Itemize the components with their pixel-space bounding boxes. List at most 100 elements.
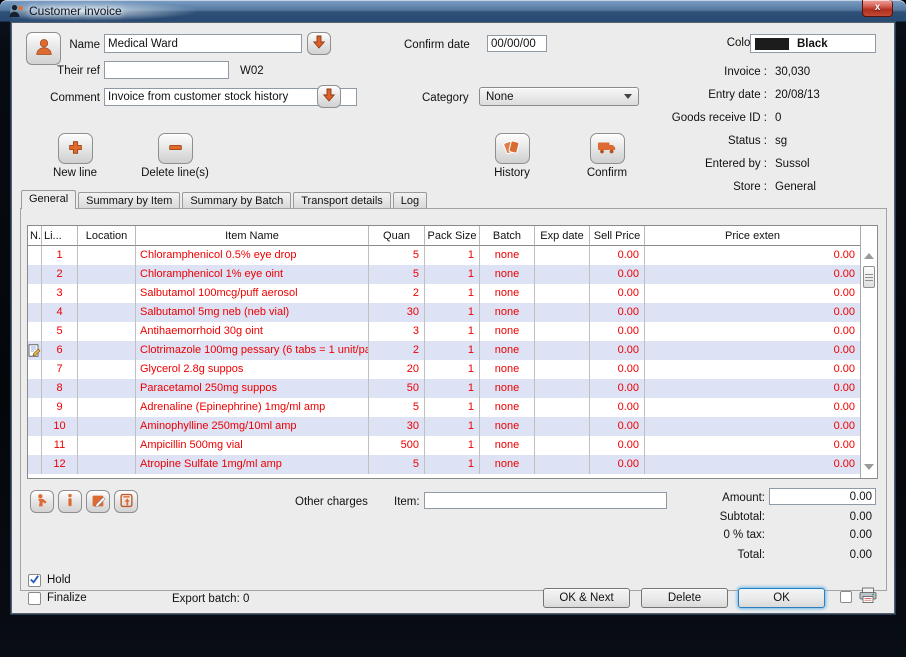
cell-pack-size: 1	[425, 265, 480, 284]
invoice-label: Invoice :	[512, 66, 767, 78]
tab-summary-by-batch[interactable]: Summary by Batch	[182, 192, 291, 209]
hold-checkbox[interactable]	[28, 574, 41, 587]
history-button[interactable]	[495, 133, 530, 164]
table-row[interactable]: 11Ampicillin 500mg vial5001none0.000.00	[28, 436, 860, 455]
close-button[interactable]: x	[862, 0, 893, 17]
new-line-tool: New line	[30, 133, 120, 179]
down-arrow-icon	[312, 35, 326, 52]
print-checkbox[interactable]	[840, 591, 852, 603]
colour-value: Black	[797, 38, 828, 50]
category-label: Category	[422, 92, 469, 104]
confirm-button[interactable]	[590, 133, 625, 164]
customer-invoice-icon	[8, 3, 24, 19]
confirm-tool: Confirm	[562, 133, 652, 179]
cell-note	[28, 455, 42, 474]
cell-price-exten: 0.00	[645, 284, 860, 303]
export-button[interactable]	[114, 490, 138, 513]
amount-input[interactable]	[769, 488, 876, 505]
table-row[interactable]: 6 Clotrimazole 100mg pessary (6 tabs = 1 …	[28, 341, 860, 360]
tab-log[interactable]: Log	[393, 192, 427, 209]
colour-picker[interactable]: Black	[750, 34, 876, 53]
stock-transfer-button[interactable]	[30, 490, 54, 513]
ok-next-button[interactable]: OK & Next	[543, 588, 630, 608]
col-quan[interactable]: Quan	[369, 226, 425, 246]
col-price-exten[interactable]: Price exten	[645, 226, 860, 246]
new-line-button[interactable]	[58, 133, 93, 164]
col-item-name[interactable]: Item Name	[136, 226, 369, 246]
other-charges-item-input[interactable]	[424, 492, 667, 509]
table-row[interactable]: 7Glycerol 2.8g suppos201none0.000.00	[28, 360, 860, 379]
printer-icon[interactable]	[859, 587, 877, 607]
store-row: Store : General	[512, 181, 858, 193]
delete-lines-label: Delete line(s)	[141, 167, 209, 179]
store-label: Store :	[512, 181, 767, 193]
delete-lines-button[interactable]	[158, 133, 193, 164]
invoice-lines-table: N... Li... Location Item Name Quan Pack …	[27, 225, 878, 479]
cell-pack-size: 1	[425, 417, 480, 436]
col-note[interactable]: N...	[28, 226, 42, 246]
table-row[interactable]: 8Paracetamol 250mg suppos501none0.000.00	[28, 379, 860, 398]
delete-button[interactable]: Delete	[641, 588, 728, 608]
tax-label: 0 % tax:	[675, 529, 765, 541]
truck-icon	[597, 140, 617, 158]
col-line[interactable]: Li...	[42, 226, 78, 246]
cell-batch: none	[480, 246, 535, 265]
table-row[interactable]: 2Chloramphenicol 1% eye oint51none0.000.…	[28, 265, 860, 284]
col-sell-price[interactable]: Sell Price	[590, 226, 645, 246]
scroll-up-icon[interactable]	[861, 248, 877, 264]
info-button[interactable]	[58, 490, 82, 513]
cell-price-exten: 0.00	[645, 398, 860, 417]
col-batch[interactable]: Batch	[480, 226, 535, 246]
cell-price-exten: 0.00	[645, 265, 860, 284]
name-input[interactable]	[104, 34, 302, 53]
cell-pack-size: 1	[425, 436, 480, 455]
finalize-checkbox[interactable]	[28, 592, 41, 605]
col-exp-date[interactable]: Exp date	[535, 226, 590, 246]
cell-location	[78, 284, 136, 303]
table-row[interactable]: 1Chloramphenicol 0.5% eye drop51none0.00…	[28, 246, 860, 265]
name-lookup-button[interactable]	[307, 32, 331, 55]
window-frame: Customer invoice x Name Confirm date T	[0, 0, 906, 657]
cell-price-exten: 0.00	[645, 455, 860, 474]
cell-sell-price: 0.00	[590, 436, 645, 455]
item-label: Item:	[394, 496, 420, 508]
col-location[interactable]: Location	[78, 226, 136, 246]
name-label: Name	[32, 39, 100, 51]
tab-summary-by-item[interactable]: Summary by Item	[78, 192, 180, 209]
ok-button[interactable]: OK	[738, 588, 825, 608]
pencil-note-icon	[91, 493, 106, 511]
table-scrollbar[interactable]	[860, 226, 877, 478]
table-row[interactable]: 9Adrenaline (Epinephrine) 1mg/ml amp51no…	[28, 398, 860, 417]
table-row[interactable]: 4Salbutamol 5mg neb (neb vial)301none0.0…	[28, 303, 860, 322]
invoice-number-row: Invoice : 30,030	[512, 66, 858, 78]
tab-bar: General Summary by Item Summary by Batch…	[21, 190, 429, 209]
cell-quantity: 5	[369, 246, 425, 265]
table-row[interactable]: 5Antihaemorrhoid 30g oint31none0.000.00	[28, 322, 860, 341]
table-row[interactable]: 12Atropine Sulfate 1mg/ml amp51none0.000…	[28, 455, 860, 474]
cell-item-name: Clotrimazole 100mg pessary (6 tabs = 1 u…	[136, 341, 369, 360]
table-row[interactable]: 10Aminophylline 250mg/10ml amp301none0.0…	[28, 417, 860, 436]
comment-expand-button[interactable]	[317, 85, 341, 108]
cell-note	[28, 322, 42, 341]
scrollbar-thumb[interactable]	[863, 266, 875, 288]
cell-batch: none	[480, 303, 535, 322]
arrow-up-box-icon	[119, 493, 134, 511]
table-row[interactable]: 3Salbutamol 100mcg/puff aerosol21none0.0…	[28, 284, 860, 303]
total-label: Total:	[675, 549, 765, 561]
cell-exp-date	[535, 455, 590, 474]
title-bar[interactable]: Customer invoice x	[0, 0, 906, 22]
cell-batch: none	[480, 360, 535, 379]
tab-general[interactable]: General	[21, 190, 76, 209]
cell-note	[28, 417, 42, 436]
their-ref-input[interactable]	[104, 61, 229, 79]
cell-sell-price: 0.00	[590, 322, 645, 341]
scroll-down-icon[interactable]	[861, 459, 877, 475]
cell-batch: none	[480, 322, 535, 341]
cell-note	[28, 284, 42, 303]
cell-line-number: 6	[42, 341, 78, 360]
history-tool: History	[467, 133, 557, 179]
check-icon	[29, 574, 40, 588]
tab-transport-details[interactable]: Transport details	[293, 192, 391, 209]
col-pack-size[interactable]: Pack Size	[425, 226, 480, 246]
edit-note-button[interactable]	[86, 490, 110, 513]
